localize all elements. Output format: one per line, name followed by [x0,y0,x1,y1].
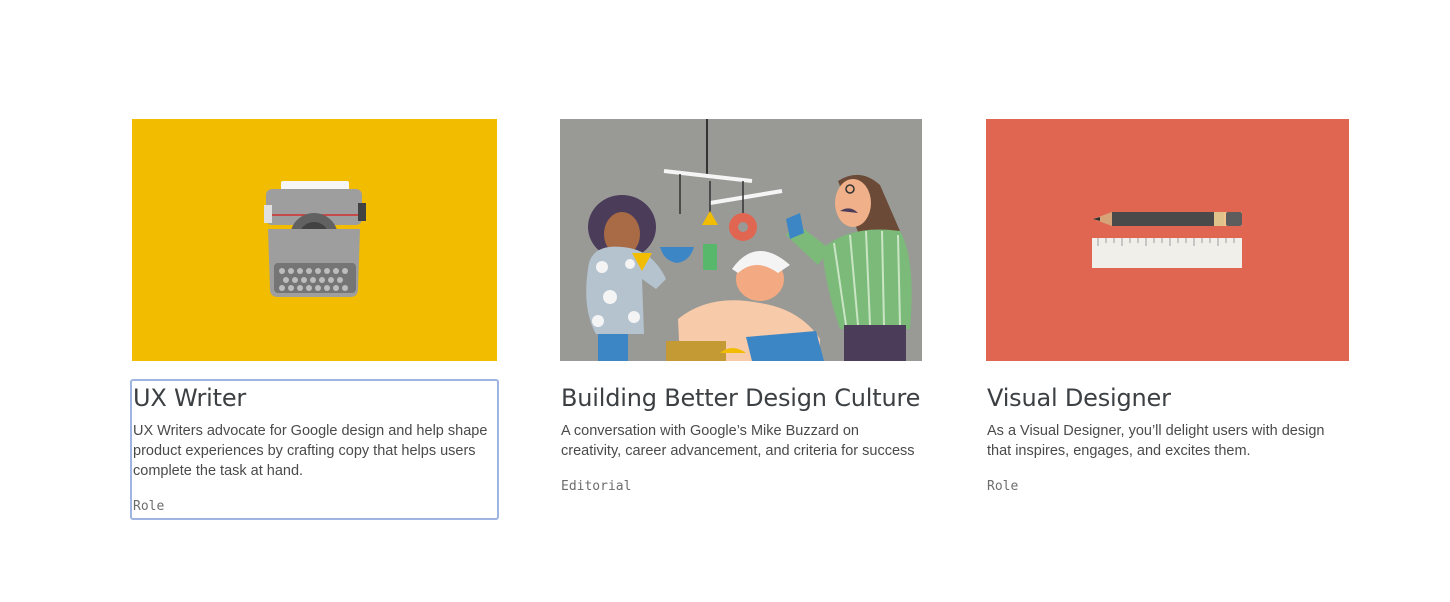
card-tag: Editorial [561,479,632,494]
card-title: UX Writer [133,384,247,412]
card-tag: Role [133,499,165,514]
card-text[interactable]: UX Writer UX Writers advocate for Google… [130,379,499,520]
card-visual-designer[interactable]: Visual Designer As a Visual Designer, yo… [986,119,1349,496]
card-description: A conversation with Google’s Mike Buzzar… [561,423,915,459]
design-culture-illustration [560,119,922,361]
card-text[interactable]: Visual Designer As a Visual Designer, yo… [986,383,1349,496]
card-image-pencil-ruler[interactable] [986,119,1349,361]
card-title: Visual Designer [987,384,1171,412]
cards-page: UX Writer UX Writers advocate for Google… [0,0,1450,602]
card-building-better-design-culture[interactable]: Building Better Design Culture A convers… [560,119,922,496]
card-tag: Role [987,479,1019,494]
card-image-typewriter[interactable] [132,119,497,361]
card-ux-writer[interactable]: UX Writer UX Writers advocate for Google… [130,119,499,520]
card-description: UX Writers advocate for Google design an… [133,423,488,479]
typewriter-illustration [132,119,497,361]
card-image-people-mobile[interactable] [560,119,922,361]
card-title: Building Better Design Culture [561,384,921,412]
card-description: As a Visual Designer, you’ll delight use… [987,423,1325,459]
card-text[interactable]: Building Better Design Culture A convers… [560,383,922,496]
pencil-ruler-illustration [986,119,1349,361]
